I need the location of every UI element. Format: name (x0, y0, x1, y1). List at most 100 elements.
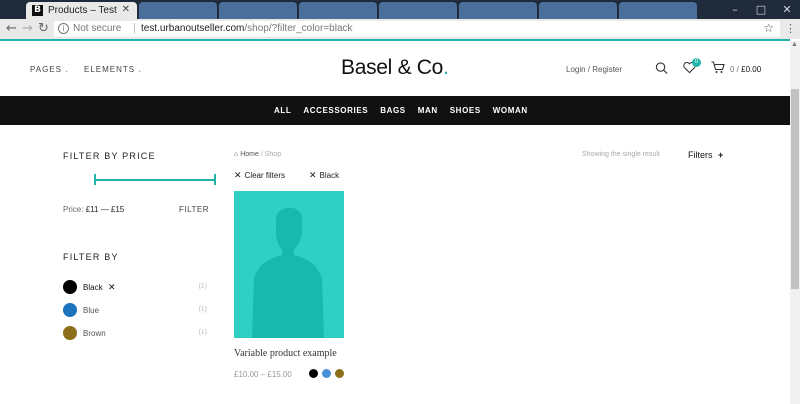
filters-toggle[interactable]: Filters + (688, 150, 723, 160)
filters-toggle-label: Filters (688, 150, 713, 160)
price-slider-min-handle[interactable] (94, 174, 96, 185)
category-all[interactable]: ALL (274, 106, 291, 115)
filter-by-title: FILTER BY (63, 252, 119, 262)
close-icon[interactable]: ✕ (122, 4, 130, 15)
color-count: (1) (198, 283, 207, 290)
browser-tab[interactable] (219, 2, 297, 19)
browser-tab[interactable] (539, 2, 617, 19)
url-path: /shop/?filter_color=black (244, 23, 353, 34)
price-range-label: Price: £11 — £15 (63, 205, 124, 214)
product-swatch-black[interactable] (309, 369, 318, 378)
breadcrumb-home[interactable]: Home (240, 151, 259, 158)
nav-item-elements[interactable]: ELEMENTS ⌄ (84, 65, 143, 74)
breadcrumb: ⌂ Home / Shop (234, 151, 281, 158)
category-man[interactable]: MAN (418, 106, 438, 115)
forward-icon[interactable]: → (22, 21, 33, 37)
logo-dot: . (443, 56, 449, 79)
chevron-down-icon: ⌄ (137, 68, 144, 74)
browser-tab[interactable] (299, 2, 377, 19)
url-text: test.urbanoutseller.com/shop/?filter_col… (141, 23, 353, 34)
browser-tab[interactable] (459, 2, 537, 19)
cart-count: 0 / (730, 65, 739, 74)
color-filter-label: Brown (83, 329, 106, 338)
clear-filters-button[interactable]: ✕ Clear filters (234, 170, 285, 181)
maximize-icon[interactable]: □ (748, 0, 774, 19)
color-filter-label: Blue (83, 306, 100, 315)
color-filter-black[interactable]: Black ✕ (1) (63, 280, 213, 296)
filter-by-price-title: FILTER BY PRICE (63, 151, 156, 161)
nav-item-pages[interactable]: PAGES ⌄ (30, 65, 70, 74)
active-filter-black[interactable]: ✕ Black (309, 170, 339, 181)
price-prefix: Price: (63, 205, 84, 214)
search-icon[interactable] (655, 61, 668, 75)
product-image[interactable] (234, 191, 344, 338)
color-swatch (63, 280, 77, 294)
scroll-thumb[interactable] (791, 89, 799, 289)
nav-item-label: ELEMENTS (84, 65, 136, 74)
clear-filters-label: Clear filters (244, 171, 285, 180)
tab-title: Products – Test (48, 5, 117, 16)
product-swatch-brown[interactable] (335, 369, 344, 378)
price-slider-track[interactable] (95, 179, 216, 181)
category-bags[interactable]: BAGS (380, 106, 406, 115)
site-header: PAGES ⌄ ELEMENTS ⌄ Basel & Co. Login / Reg… (0, 41, 790, 96)
main-nav: PAGES ⌄ ELEMENTS ⌄ (30, 65, 143, 74)
breadcrumb-separator: / (260, 151, 263, 158)
bookmark-star-icon[interactable]: ☆ (763, 21, 774, 35)
cart-amount: £0.00 (741, 65, 762, 74)
category-woman[interactable]: WOMAN (493, 106, 528, 115)
browser-tab[interactable] (139, 2, 217, 19)
nav-item-label: PAGES (30, 65, 62, 74)
color-swatch (63, 326, 77, 340)
url-field[interactable]: i Not secure | test.urbanoutseller.com/s… (54, 21, 780, 37)
close-window-icon[interactable]: ✕ (774, 0, 800, 19)
breadcrumb-current: Shop (264, 151, 282, 158)
category-bar: ALL ACCESSORIES BAGS MAN SHOES WOMAN (0, 96, 790, 125)
not-secure-label: Not secure (73, 23, 122, 34)
info-icon[interactable]: i (58, 23, 69, 34)
price-filter-button[interactable]: FILTER (179, 205, 209, 214)
product-title[interactable]: Variable product example (234, 348, 337, 359)
plus-icon: + (718, 150, 724, 160)
browser-menu-icon[interactable]: ⋮ (785, 22, 796, 35)
wishlist-count-badge: 0 (692, 58, 701, 67)
browser-tab-bar: B Products – Test ✕ – □ ✕ (0, 0, 800, 19)
site-logo[interactable]: Basel & Co. (341, 56, 449, 80)
home-icon[interactable]: ⌂ (234, 151, 238, 158)
browser-tab[interactable] (619, 2, 697, 19)
reload-icon[interactable]: ↻ (38, 21, 49, 37)
browser-tab-active[interactable]: B Products – Test ✕ (26, 2, 137, 19)
back-icon[interactable]: ← (6, 21, 17, 37)
price-range-value: £11 — £15 (85, 205, 125, 214)
close-icon: ✕ (309, 170, 317, 180)
page-scrollbar[interactable]: ▲ (790, 41, 800, 404)
browser-tab[interactable] (379, 2, 457, 19)
product-price: £10.00 – £15.00 (234, 370, 292, 379)
color-filter-label: Black (83, 283, 103, 292)
color-filter-brown[interactable]: Brown (1) (63, 326, 213, 342)
url-host: test.urbanoutseller.com (141, 23, 245, 34)
url-separator: | (133, 22, 136, 34)
cart-icon[interactable] (711, 61, 725, 74)
result-count: Showing the single result (582, 151, 660, 158)
active-filter-label: Black (319, 171, 340, 180)
color-count: (1) (198, 306, 207, 313)
category-shoes[interactable]: SHOES (450, 106, 481, 115)
color-filter-blue[interactable]: Blue (1) (63, 303, 213, 319)
price-slider-max-handle[interactable] (214, 174, 216, 185)
minimize-icon[interactable]: – (722, 0, 748, 19)
window-controls: – □ ✕ (722, 0, 800, 19)
remove-filter-icon[interactable]: ✕ (108, 282, 116, 293)
close-icon: ✕ (234, 170, 242, 180)
scroll-up-icon[interactable]: ▲ (791, 41, 798, 48)
address-bar: ← → ↻ i Not secure | test.urbanoutseller… (0, 19, 800, 39)
chevron-down-icon: ⌄ (63, 68, 71, 74)
basel-favicon-icon: B (32, 5, 43, 16)
product-swatch-blue[interactable] (322, 369, 331, 378)
login-register-link[interactable]: Login / Register (566, 65, 622, 74)
color-count: (1) (198, 329, 207, 336)
cart-total[interactable]: 0 / £0.00 (730, 65, 761, 74)
category-accessories[interactable]: ACCESSORIES (303, 106, 368, 115)
color-swatch (63, 303, 77, 317)
logo-text: Basel & Co (341, 56, 444, 79)
